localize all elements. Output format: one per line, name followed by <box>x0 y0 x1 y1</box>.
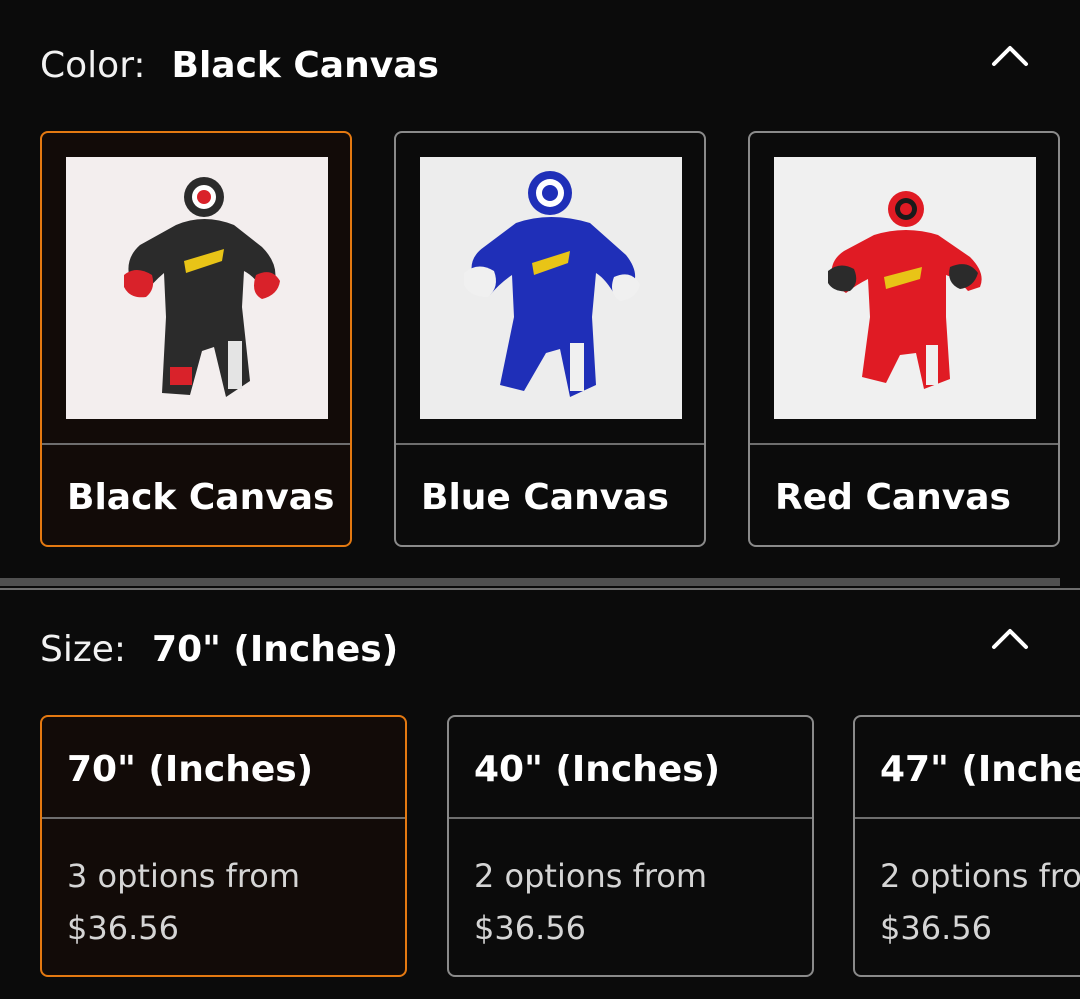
color-option-label: Black Canvas <box>67 477 335 518</box>
size-section-header[interactable]: Size: 70" (Inches) <box>40 632 398 668</box>
options-count-text: 2 options from <box>474 857 708 895</box>
horizontal-scrollbar[interactable] <box>0 578 1060 586</box>
card-divider <box>449 817 812 819</box>
card-divider <box>750 443 1058 445</box>
color-option-black-canvas[interactable]: Black Canvas <box>40 131 352 547</box>
price-text: $36.56 <box>880 909 992 947</box>
color-option-label: Blue Canvas <box>421 477 669 518</box>
size-option-70-inches[interactable]: 70" (Inches) 3 options from $36.56 <box>40 715 407 977</box>
size-option-label: 47" (Inches <box>880 749 1080 790</box>
card-divider <box>42 443 350 445</box>
card-divider <box>42 817 405 819</box>
size-label: Size: <box>40 629 127 670</box>
color-selected-value: Black Canvas <box>171 45 439 86</box>
chevron-up-icon[interactable] <box>990 36 1030 76</box>
product-thumbnail <box>66 157 328 419</box>
size-option-label: 70" (Inches) <box>67 749 314 790</box>
product-thumbnail <box>420 157 682 419</box>
color-option-label: Red Canvas <box>775 477 1011 518</box>
size-option-label: 40" (Inches) <box>474 749 721 790</box>
variation-selector: Color: Black Canvas Black Canvas Blue Ca… <box>0 0 1080 999</box>
chevron-up-icon[interactable] <box>990 619 1030 659</box>
product-thumbnail <box>774 157 1036 419</box>
price-text: $36.56 <box>67 909 179 947</box>
card-divider <box>396 443 704 445</box>
size-selected-value: 70" (Inches) <box>152 629 399 670</box>
card-divider <box>855 817 1080 819</box>
options-count-text: 3 options from <box>67 857 301 895</box>
color-section-header[interactable]: Color: Black Canvas <box>40 48 439 84</box>
color-option-blue-canvas[interactable]: Blue Canvas <box>394 131 706 547</box>
options-count-text: 2 options fro <box>880 857 1080 895</box>
size-option-40-inches[interactable]: 40" (Inches) 2 options from $36.56 <box>447 715 814 977</box>
price-text: $36.56 <box>474 909 586 947</box>
section-divider <box>0 588 1080 590</box>
size-option-47-inches[interactable]: 47" (Inches 2 options fro $36.56 <box>853 715 1080 977</box>
color-option-red-canvas[interactable]: Red Canvas <box>748 131 1060 547</box>
color-label: Color: <box>40 45 146 86</box>
